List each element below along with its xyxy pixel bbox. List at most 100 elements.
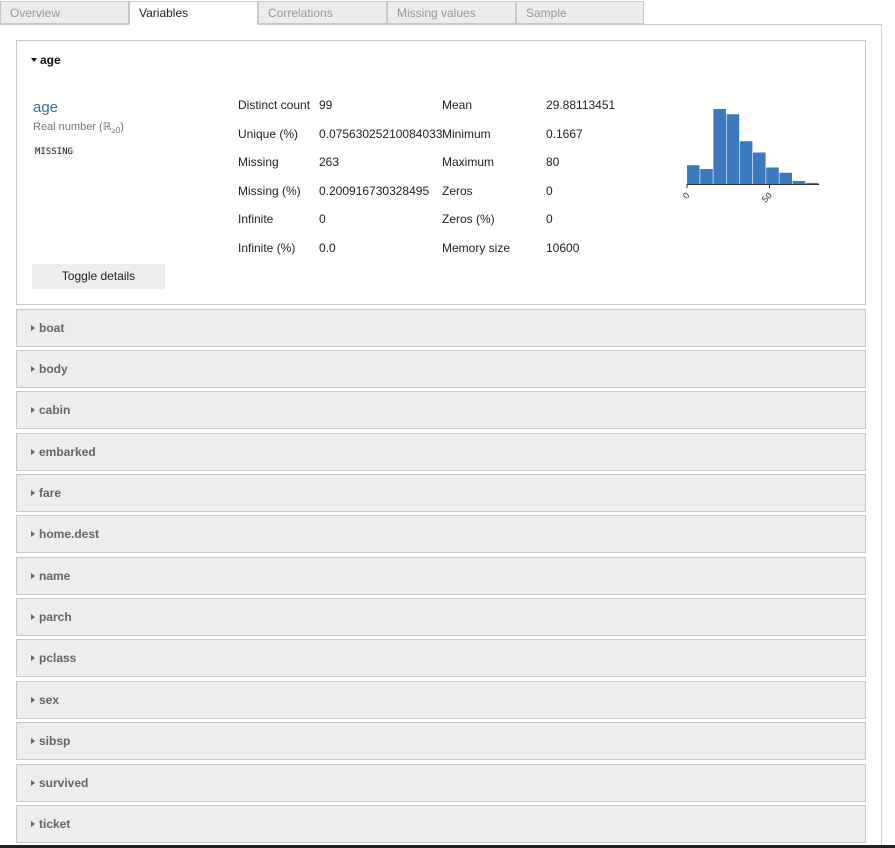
caret-right-icon (31, 780, 35, 786)
variable-type-close: ) (120, 121, 124, 133)
variable-row-home-dest[interactable]: home.dest (16, 515, 866, 553)
stat-label: Missing (238, 155, 279, 169)
caret-right-icon (31, 366, 35, 372)
caret-right-icon (31, 531, 35, 537)
stat-label: Missing (%) (238, 184, 301, 198)
stat-value: 0 (319, 212, 326, 226)
caret-right-icon (31, 449, 35, 455)
variable-row-label: sex (31, 693, 59, 707)
stat-value: 263 (319, 155, 340, 169)
stat-label: Distinct count (238, 98, 311, 112)
variable-row-name: sibsp (39, 734, 71, 748)
histogram-bar (792, 181, 806, 184)
stat-label: Mean (442, 98, 473, 112)
histogram-bar (739, 141, 753, 184)
stat-label: Infinite (238, 212, 274, 226)
variable-row-label: boat (31, 321, 64, 335)
histogram-bar (700, 169, 713, 184)
variable-row-name: fare (39, 486, 62, 500)
variable-type-subscript: ≥0 (111, 126, 121, 136)
caret-right-icon (31, 655, 35, 661)
stat-label: Zeros (442, 184, 473, 198)
mini-histogram: 0 50 (681, 109, 819, 204)
variable-row-pclass[interactable]: pclass (16, 639, 866, 677)
missing-warning-badge: MISSING (33, 146, 75, 158)
variable-row-body[interactable]: body (16, 350, 866, 388)
variable-row-label: parch (31, 610, 72, 624)
variable-row-cabin[interactable]: cabin (16, 391, 866, 429)
stat-label: Minimum (442, 127, 491, 141)
tab-overview[interactable]: Overview (0, 1, 129, 24)
stat-value: 0.1667 (546, 127, 583, 141)
histogram-bar (805, 182, 819, 185)
variable-row-sibsp[interactable]: sibsp (16, 722, 866, 760)
variable-type-label: Real number (ℝ (33, 121, 112, 133)
variable-row-name: survived (39, 776, 89, 790)
variable-row-boat[interactable]: boat (16, 309, 866, 347)
stat-value: 0 (546, 212, 553, 226)
histogram-bar (753, 152, 766, 184)
frame-right-border (881, 24, 882, 848)
stat-label: Memory size (442, 241, 511, 255)
stat-value: 0.200916730328495 (319, 184, 430, 198)
variable-row-embarked[interactable]: embarked (16, 433, 866, 471)
variable-row-name: pclass (39, 651, 77, 665)
variable-row-name: parch (39, 610, 72, 624)
tab-variables[interactable]: Variables (129, 1, 258, 25)
variable-row-label: pclass (31, 651, 76, 665)
histogram-bar (779, 172, 792, 184)
variable-panel-header[interactable]: age (31, 53, 61, 67)
variable-row-name: home.dest (39, 527, 100, 541)
tab-missing-values[interactable]: Missing values (387, 1, 516, 24)
tab-correlations[interactable]: Correlations (258, 1, 387, 24)
variable-row-label: home.dest (31, 527, 99, 541)
variable-type: Real number (ℝ≥0) (33, 120, 124, 135)
stat-label: Unique (%) (238, 127, 299, 141)
variable-panel-age: age age Real number (ℝ≥0) MISSING Distin… (16, 40, 866, 305)
variable-row-sex[interactable]: sex (16, 681, 866, 719)
variable-row-label: embarked (31, 445, 96, 459)
histogram-bar (726, 114, 740, 184)
histogram-bar (766, 167, 779, 184)
stat-label: Zeros (%) (442, 212, 495, 226)
variable-row-ticket[interactable]: ticket (16, 805, 866, 843)
variable-row-name: name (39, 569, 71, 583)
variable-row-survived[interactable]: survived (16, 764, 866, 802)
variable-row-label: sibsp (31, 734, 70, 748)
variable-row-fare[interactable]: fare (16, 474, 866, 512)
caret-right-icon (31, 325, 35, 331)
stat-value: 0.07563025210084033 (319, 127, 443, 141)
tab-sample[interactable]: Sample (516, 1, 644, 24)
caret-down-icon (31, 58, 37, 62)
variable-row-label: name (31, 569, 70, 583)
histogram-tick-label: 50 (760, 190, 774, 204)
caret-right-icon (31, 697, 35, 703)
variable-row-name[interactable]: name (16, 557, 866, 595)
variable-row-name: sex (39, 693, 60, 707)
variable-row-name: body (39, 362, 68, 376)
stat-value: 10600 (546, 241, 580, 255)
caret-right-icon (31, 573, 35, 579)
caret-right-icon (31, 821, 35, 827)
histogram-tick-label: 0 (681, 190, 692, 201)
caret-right-icon (31, 407, 35, 413)
variable-row-name: ticket (39, 817, 71, 831)
variable-row-label: ticket (31, 817, 70, 831)
histogram-bar (687, 165, 700, 184)
variable-row-label: fare (31, 486, 61, 500)
toggle-details-button[interactable]: Toggle details (32, 264, 165, 289)
caret-right-icon (31, 738, 35, 744)
variable-row-name: cabin (39, 403, 71, 417)
caret-right-icon (31, 490, 35, 496)
histogram-bar (713, 109, 726, 184)
variable-name: age (33, 99, 59, 116)
variable-row-name: embarked (39, 445, 96, 459)
variable-panel-title: age (40, 53, 61, 67)
stat-value: 0.0 (319, 241, 336, 255)
variable-row-label: body (31, 362, 68, 376)
tab-bar: Overview Variables Correlations Missing … (0, 0, 895, 25)
stat-value: 29.88113451 (546, 98, 616, 112)
stat-label: Maximum (442, 155, 495, 169)
variable-row-parch[interactable]: parch (16, 598, 866, 636)
variable-row-label: cabin (31, 403, 70, 417)
